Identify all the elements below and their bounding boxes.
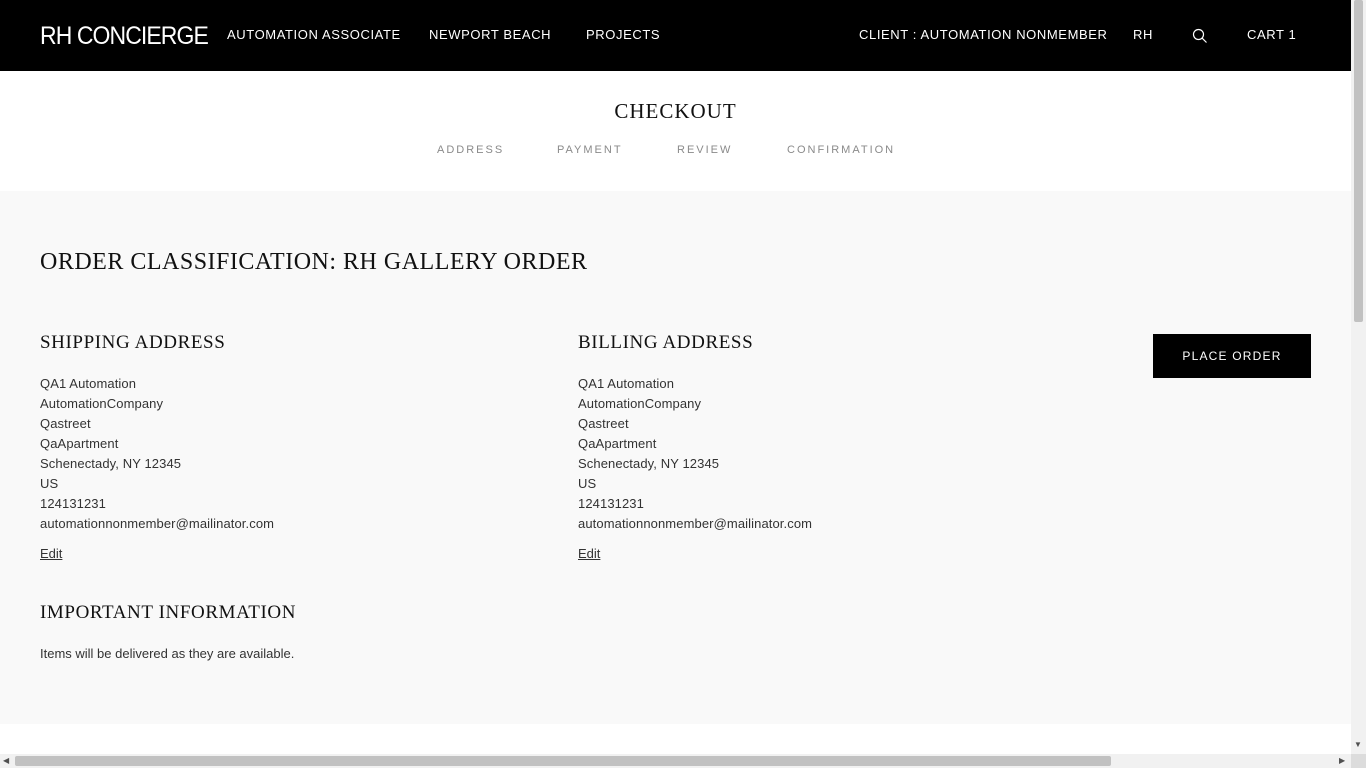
billing-address-heading: BILLING ADDRESS [578, 332, 754, 353]
page-title: CHECKOUT [614, 99, 737, 123]
shipping-country: US [40, 476, 59, 491]
footer-area [0, 724, 1351, 754]
shipping-address-heading: SHIPPING ADDRESS [40, 332, 226, 353]
important-information-text: Items will be delivered as they are avai… [40, 646, 295, 661]
shipping-name: QA1 Automation [40, 376, 137, 391]
search-icon[interactable] [1192, 28, 1208, 44]
nav-newport-beach[interactable]: NEWPORT BEACH [429, 27, 551, 42]
vertical-scroll-thumb[interactable] [1354, 0, 1363, 322]
nav-rh[interactable]: RH [1133, 27, 1153, 42]
top-nav-bar: RH CONCIERGE AUTOMATION ASSOCIATE NEWPOR… [0, 0, 1351, 71]
billing-name: QA1 Automation [578, 376, 675, 391]
scroll-down-arrow-icon[interactable]: ▼ [1354, 738, 1362, 752]
shipping-edit-link[interactable]: Edit [40, 546, 62, 561]
scroll-left-arrow-icon[interactable]: ◀ [3, 754, 9, 768]
billing-email: automationnonmember@mailinator.com [578, 516, 813, 531]
billing-country: US [578, 476, 597, 491]
billing-edit-link[interactable]: Edit [578, 546, 600, 561]
step-review[interactable]: REVIEW [677, 144, 732, 156]
nav-projects[interactable]: PROJECTS [586, 27, 660, 42]
scrollbar-corner [1351, 754, 1366, 768]
billing-street: Qastreet [578, 416, 629, 431]
shipping-company: AutomationCompany [40, 396, 164, 411]
cart-link[interactable]: CART 1 [1247, 27, 1296, 42]
shipping-street: Qastreet [40, 416, 91, 431]
shipping-apartment: QaApartment [40, 436, 119, 451]
step-address[interactable]: ADDRESS [437, 144, 504, 156]
rh-concierge-logo[interactable]: RH CONCIERGE [40, 22, 209, 51]
billing-phone: 124131231 [578, 496, 644, 511]
review-content: ORDER CLASSIFICATION: RH GALLERY ORDER S… [0, 191, 1351, 724]
shipping-city-state-zip: Schenectady, NY 12345 [40, 456, 182, 471]
page: RH CONCIERGE AUTOMATION ASSOCIATE NEWPOR… [0, 0, 1366, 768]
place-order-button[interactable]: PLACE ORDER [1153, 334, 1311, 378]
scroll-right-arrow-icon[interactable]: ▶ [1339, 754, 1345, 768]
step-payment[interactable]: PAYMENT [557, 144, 623, 156]
important-information-heading: IMPORTANT INFORMATION [40, 602, 297, 623]
step-confirmation[interactable]: CONFIRMATION [787, 144, 895, 156]
shipping-phone: 124131231 [40, 496, 106, 511]
vertical-scrollbar[interactable]: ▼ [1351, 0, 1366, 754]
horizontal-scroll-thumb[interactable] [15, 756, 1111, 766]
horizontal-scrollbar[interactable]: ◀ ▶ [0, 754, 1351, 768]
nav-automation-associate[interactable]: AUTOMATION ASSOCIATE [227, 27, 401, 42]
checkout-header: CHECKOUT ADDRESS PAYMENT REVIEW CONFIRMA… [0, 71, 1351, 191]
billing-city-state-zip: Schenectady, NY 12345 [578, 456, 720, 471]
shipping-email: automationnonmember@mailinator.com [40, 516, 275, 531]
billing-company: AutomationCompany [578, 396, 702, 411]
nav-client[interactable]: CLIENT : AUTOMATION NONMEMBER [859, 27, 1108, 42]
order-classification-heading: ORDER CLASSIFICATION: RH GALLERY ORDER [40, 249, 588, 275]
billing-apartment: QaApartment [578, 436, 657, 451]
